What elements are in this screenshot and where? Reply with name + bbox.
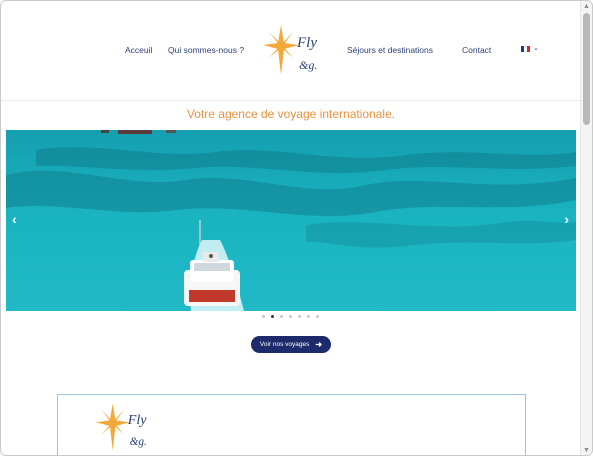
nav-link-contact[interactable]: Contact [462,45,491,55]
nav-link-accueil[interactable]: Acceuil [125,45,152,55]
slider-pagination [262,315,319,318]
chevron-down-icon: ⌄ [533,45,539,52]
logo-text-co: &g. [130,436,147,448]
scroll-up-icon[interactable]: ▲ [581,2,592,12]
french-flag-icon [521,46,530,52]
language-selector[interactable]: ⌄ [521,45,539,52]
voir-nos-voyages-button[interactable]: Voir nos voyages ➜ [251,336,331,353]
slider-dot[interactable] [316,315,319,318]
slider-dot[interactable] [307,315,310,318]
vertical-scrollbar[interactable]: ▲ ▼ [580,1,592,455]
scroll-thumb[interactable] [583,13,590,125]
slider-dot-active[interactable] [271,315,274,318]
slider-dot[interactable] [262,315,265,318]
slider-dot[interactable] [280,315,283,318]
tagline: Votre agence de voyage internationale. [186,107,396,121]
chevron-right-icon[interactable]: › [564,212,569,226]
content-card: Fly &g. [57,394,526,455]
scroll-down-icon[interactable]: ▼ [581,446,592,455]
logo-text-fly: Fly [296,35,317,51]
star-icon [95,403,130,451]
hero-slider[interactable]: ‹ › [6,130,576,311]
browser-viewport: Acceuil Qui sommes-nous ? Fly &g. Séjour… [0,0,593,456]
logo-text-fly: Fly [127,412,148,428]
nav-link-qui-sommes-nous[interactable]: Qui sommes-nous ? [168,45,244,55]
nav-link-sejours[interactable]: Séjours et destinations [347,45,433,55]
logo-text-co: &g. [299,58,317,72]
hero-image-boat-on-sea [6,130,576,311]
arrow-right-icon: ➜ [315,340,323,349]
card-logo: Fly &g. [95,403,148,451]
site-header: Acceuil Qui sommes-nous ? Fly &g. Séjour… [1,1,581,101]
star-icon [263,25,299,75]
site-logo[interactable]: Fly &g. [259,23,327,77]
slider-dot[interactable] [298,315,301,318]
chevron-left-icon[interactable]: ‹ [12,212,17,226]
cta-label: Voir nos voyages [259,341,310,348]
slider-dot[interactable] [289,315,292,318]
